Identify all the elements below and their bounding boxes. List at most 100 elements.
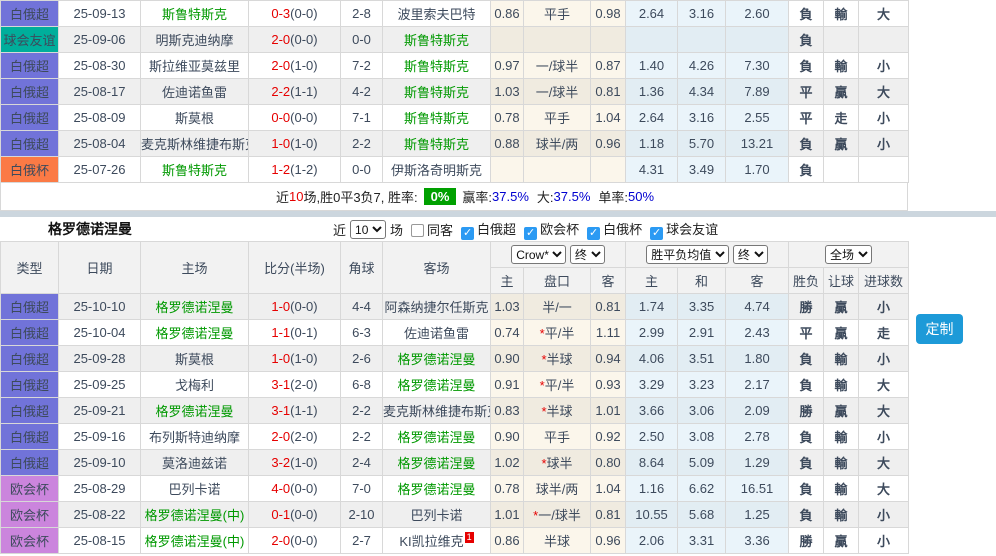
- odds-home: 2.99: [626, 320, 678, 346]
- away-team[interactable]: 斯鲁特斯克: [383, 105, 491, 131]
- odds-home: 1.18: [626, 131, 678, 157]
- checkbox-icon[interactable]: ✓: [461, 227, 474, 240]
- ah-away-odds: [591, 157, 626, 183]
- full-score: 3-2: [271, 455, 290, 470]
- odds-home: 4.31: [626, 157, 678, 183]
- handicap-result-badge: 贏: [824, 294, 859, 320]
- filter-bar: 近 10 场 同客 ✓白俄超 ✓欧会杯 ✓白俄杯 ✓球会友谊: [333, 219, 718, 240]
- odds-away: 2.09: [726, 398, 789, 424]
- ah-line: *平/半: [524, 320, 591, 346]
- away-team[interactable]: 斯鲁特斯克: [383, 131, 491, 157]
- home-team[interactable]: 格罗德诺涅曼(中): [141, 502, 249, 528]
- away-team[interactable]: 格罗德诺涅曼: [383, 346, 491, 372]
- handicap-result-badge: 贏: [824, 320, 859, 346]
- home-team[interactable]: 麦克斯林维捷布斯克: [141, 131, 249, 157]
- checkbox-icon[interactable]: [411, 224, 424, 237]
- match-date: 25-08-04: [59, 131, 141, 157]
- single-rate-value: 50%: [628, 189, 654, 204]
- win-lose-badge: 平: [789, 105, 824, 131]
- away-team[interactable]: 佐迪诺鱼雷: [383, 320, 491, 346]
- ah-select-cell: Crow* 终: [491, 242, 626, 268]
- odds-away: 1.25: [726, 502, 789, 528]
- home-team[interactable]: 格罗德诺涅曼: [141, 398, 249, 424]
- away-team[interactable]: 格罗德诺涅曼: [383, 424, 491, 450]
- away-team[interactable]: KI凯拉维克1: [383, 528, 491, 554]
- win-lose-badge: 負: [789, 372, 824, 398]
- recent-count-select[interactable]: 10: [350, 220, 386, 239]
- away-team[interactable]: 格罗德诺涅曼: [383, 476, 491, 502]
- away-team[interactable]: 阿森纳捷尔任斯克: [383, 294, 491, 320]
- home-team[interactable]: 斯莫根: [141, 346, 249, 372]
- away-team[interactable]: 格罗德诺涅曼: [383, 372, 491, 398]
- checkbox-icon[interactable]: ✓: [587, 227, 600, 240]
- sub-col-ah-away: 客: [591, 268, 626, 294]
- sub-col-home-odds: 主: [626, 268, 678, 294]
- odds-home: 2.64: [626, 1, 678, 27]
- customize-button[interactable]: 定制: [916, 314, 963, 344]
- odds-1x2-final-select[interactable]: 终: [733, 245, 768, 264]
- win-lose-badge: 負: [789, 157, 824, 183]
- odds-1x2-select[interactable]: 胜平负均值: [646, 245, 729, 264]
- handicap-result-badge: 輸: [824, 476, 859, 502]
- away-team[interactable]: 伊斯洛奇明斯克: [383, 157, 491, 183]
- company-final-select[interactable]: 终: [570, 245, 605, 264]
- goals-result-badge: 大: [859, 79, 909, 105]
- home-team[interactable]: 斯鲁特斯克: [141, 157, 249, 183]
- match-date: 25-09-16: [59, 424, 141, 450]
- sub-col-away-odds: 客: [726, 268, 789, 294]
- odds-away: 3.36: [726, 528, 789, 554]
- handicap-result-badge: [824, 157, 859, 183]
- league-badge: 白俄超: [1, 424, 59, 450]
- away-team[interactable]: 巴列卡诺: [383, 502, 491, 528]
- score-cell: 3-1(2-0): [249, 372, 341, 398]
- fulltime-select[interactable]: 全场: [825, 245, 872, 264]
- home-team[interactable]: 格罗德诺涅曼: [141, 294, 249, 320]
- away-team[interactable]: 斯鲁特斯克: [383, 53, 491, 79]
- match-date: 25-09-28: [59, 346, 141, 372]
- half-score: (0-0): [290, 6, 317, 21]
- checkbox-bel-cup[interactable]: ✓白俄杯: [579, 219, 642, 240]
- checkbox-same-away[interactable]: 同客: [403, 220, 453, 239]
- score-cell: 0-0(0-0): [249, 105, 341, 131]
- checkbox-club-friendly[interactable]: ✓球会友谊: [642, 219, 718, 240]
- half-score: (0-1): [290, 325, 317, 340]
- ah-home-odds: 1.02: [491, 450, 524, 476]
- company-select[interactable]: Crow*: [511, 245, 566, 264]
- half-score: (0-0): [290, 507, 317, 522]
- home-team[interactable]: 斯鲁特斯克: [141, 1, 249, 27]
- ah-line: [524, 27, 591, 53]
- home-team[interactable]: 格罗德诺涅曼: [141, 320, 249, 346]
- handicap-result-badge: 贏: [824, 398, 859, 424]
- checkbox-icon[interactable]: ✓: [524, 227, 537, 240]
- checkbox-icon[interactable]: ✓: [650, 227, 663, 240]
- goals-result-badge: [859, 27, 909, 53]
- corner-score: 2-10: [341, 502, 383, 528]
- away-team[interactable]: 波里索夫巴特: [383, 1, 491, 27]
- home-team[interactable]: 戈梅利: [141, 372, 249, 398]
- ah-line: *球半: [524, 450, 591, 476]
- score-cell: 1-1(0-1): [249, 320, 341, 346]
- away-team[interactable]: 斯鲁特斯克: [383, 27, 491, 53]
- checkbox-conference-cup[interactable]: ✓欧会杯: [516, 219, 579, 240]
- home-team[interactable]: 斯莫根: [141, 105, 249, 131]
- over-rate-label: 大:: [537, 187, 554, 206]
- corner-score: 6-8: [341, 372, 383, 398]
- checkbox-bel-premier[interactable]: ✓白俄超: [453, 219, 516, 240]
- ah-home-odds: 1.01: [491, 502, 524, 528]
- match-row: 白俄超 25-09-16 布列斯特迪纳摩 2-0(2-0) 2-2 格罗德诺涅曼…: [1, 424, 909, 450]
- home-team[interactable]: 布列斯特迪纳摩: [141, 424, 249, 450]
- home-team[interactable]: 明斯克迪纳摩: [141, 27, 249, 53]
- full-score: 3-1: [271, 403, 290, 418]
- home-team[interactable]: 格罗德诺涅曼(中): [141, 528, 249, 554]
- home-team[interactable]: 莫洛迪兹诺: [141, 450, 249, 476]
- odds-away: [726, 27, 789, 53]
- home-team[interactable]: 斯拉维亚莫兹里: [141, 53, 249, 79]
- sub-col-draw-odds: 和: [678, 268, 726, 294]
- away-team[interactable]: 格罗德诺涅曼: [383, 450, 491, 476]
- odds-draw: 2.91: [678, 320, 726, 346]
- home-team[interactable]: 佐迪诺鱼雷: [141, 79, 249, 105]
- league-badge: 欧会杯: [1, 528, 59, 554]
- away-team[interactable]: 麦克斯林维捷布斯克: [383, 398, 491, 424]
- away-team[interactable]: 斯鲁特斯克: [383, 79, 491, 105]
- home-team[interactable]: 巴列卡诺: [141, 476, 249, 502]
